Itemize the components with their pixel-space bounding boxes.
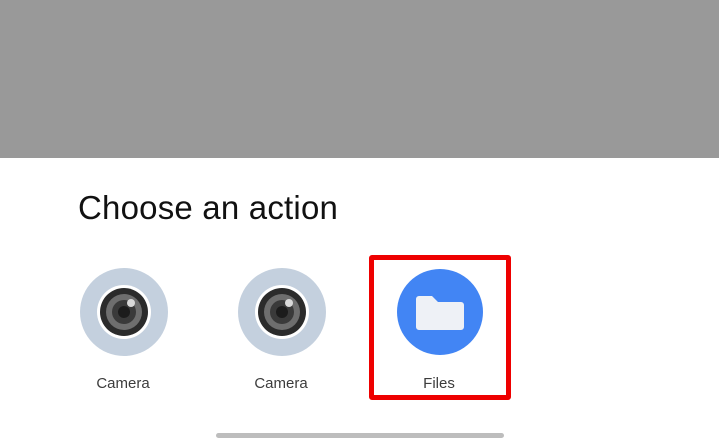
chooser-bottom-sheet: Choose an action Camera Camera Files — [0, 158, 719, 440]
camera-icon — [238, 268, 326, 356]
screen: Choose an action Camera Camera Files — [0, 0, 719, 440]
dimmed-background-scrim[interactable] — [0, 0, 719, 158]
app-option-camera-2[interactable]: Camera — [217, 264, 345, 396]
app-label-files: Files — [423, 375, 455, 392]
app-label-camera-2: Camera — [254, 375, 308, 392]
sheet-title: Choose an action — [78, 189, 339, 226]
app-option-camera-1[interactable]: Camera — [59, 264, 187, 396]
gesture-nav-handle[interactable] — [216, 433, 504, 438]
app-option-files[interactable]: Files — [375, 264, 503, 396]
camera-icon — [80, 268, 168, 356]
folder-icon — [396, 268, 484, 356]
app-label-camera-1: Camera — [96, 375, 150, 392]
